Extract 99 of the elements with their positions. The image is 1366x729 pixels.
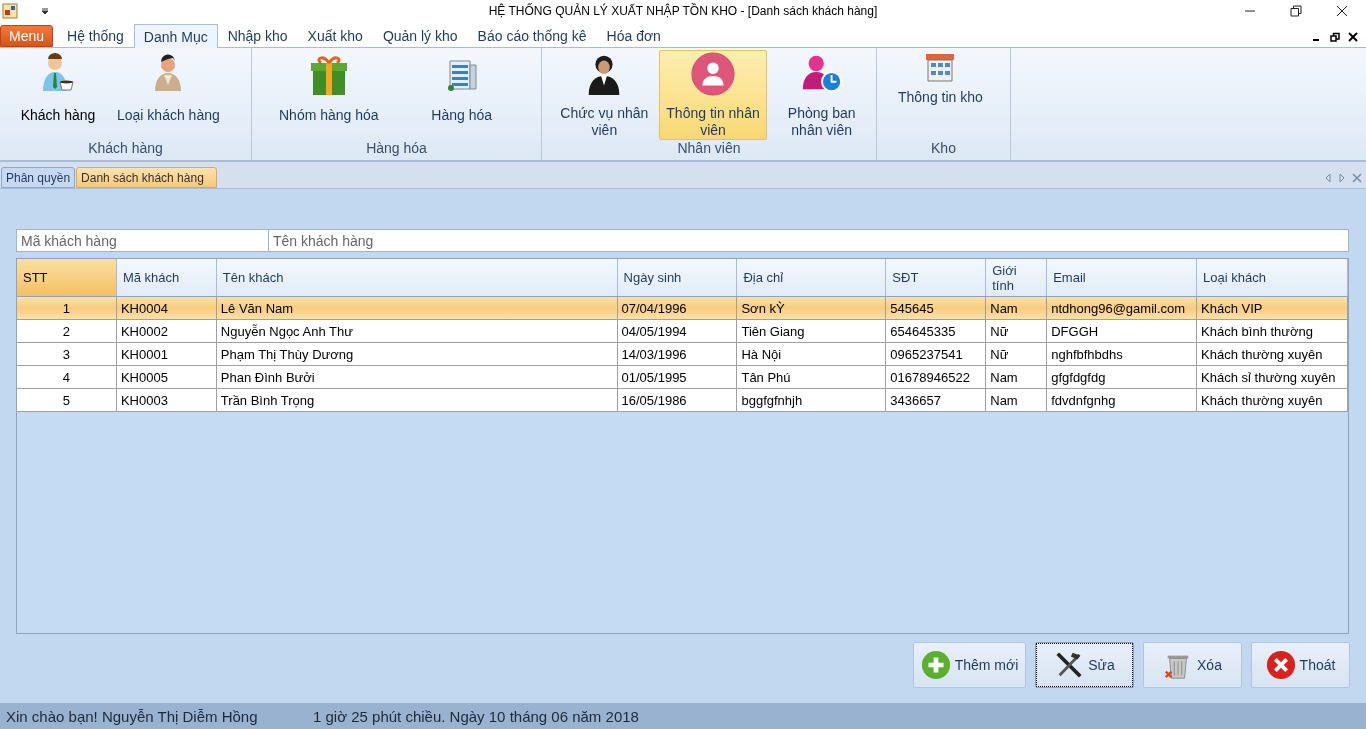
table-cell: KH0003 [120,392,168,408]
table-cell: 0965237541 [890,346,963,362]
table-cell: Phan Đình Bưởi [220,369,315,385]
column-header[interactable]: STT [17,259,117,296]
table-cell: Nam [990,300,1018,316]
table-cell: 5 [62,392,71,408]
table-cell: 01678946522 [890,369,970,385]
building-icon [924,51,957,83]
action-button[interactable]: Thoát [1251,642,1350,688]
group-label: Khách hàng [87,140,164,158]
action-button[interactable]: Thêm mới [913,642,1026,688]
window-title: HỆ THỐNG QUẢN LÝ XUẤT NHẬP TỒN KHO - [Danh sách khách hàng] [487,4,879,18]
table-cell: nghfbfhbdhs [1051,346,1123,362]
table-cell: Nguyễn Ngọc Anh Thư [220,323,353,339]
table-cell: Sơn kỲ [741,300,785,316]
table-cell: KH0002 [120,323,168,339]
action-button[interactable]: Sửa [1035,642,1134,688]
table-cell: Khách bình thường [1201,323,1313,339]
table-cell: ntdhong96@gamil.com [1051,300,1186,316]
ribbon-button[interactable]: Nhóm hàng hóa [274,50,384,140]
table-row[interactable]: 3 KH0001 Phạm Thị Thùy Dương 14/03/1996 Hà Nội 0965237541 Nữ nghfbfhbdhs Khách thường xuyên [17,343,1348,366]
table-row[interactable]: 2 KH0002 Nguyễn Ngọc Anh Thư 04/05/1994 Tiên Giang 654645335 Nữ DFGGH Khách bình thường [17,320,1348,343]
table-cell: 01/05/1995 [621,369,687,385]
table-cell: Nam [990,369,1018,385]
table-cell: Nam [990,392,1018,408]
table-cell: Tiên Giang [741,323,805,339]
table-cell: DFGGH [1051,323,1099,339]
ribbon-button[interactable]: Phòng ban nhân viên [767,50,876,140]
table-cell: KH0001 [120,346,168,362]
column-header[interactable]: Loại khách [1197,259,1348,296]
ribbon-tab[interactable]: Hệ thống [57,23,134,47]
ribbon-tab[interactable]: Nhập kho [217,23,298,47]
table-cell: 1 [62,300,71,316]
table-cell: Khách sỉ thường xuyên [1201,369,1336,385]
column-header[interactable]: SĐT [886,259,987,296]
restore-icon[interactable] [1330,32,1340,42]
group-label: Kho [930,140,957,158]
table-row[interactable]: 1 KH0004 Lê Văn Nam 07/04/1996 Sơn kỲ 545645 Nam ntdhong96@gamil.com Khách VIP [17,297,1348,320]
document-tab[interactable]: Danh sách khách hàng [76,167,217,188]
table-cell: Phạm Thị Thùy Dương [220,346,354,362]
table-cell: 16/05/1986 [621,392,687,408]
ribbon-tab[interactable]: Báo cáo thống kê [467,23,597,47]
close-circle-icon [1265,650,1296,680]
table-cell: 04/05/1994 [621,323,687,339]
quick-access-icon[interactable] [40,6,50,16]
table-cell: Khách thường xuyên [1201,346,1323,362]
ribbon-tab[interactable]: Quản lý kho [372,23,468,47]
ribbon-button[interactable]: Chức vụ nhân viên [550,50,659,140]
table-cell: Tân Phú [741,369,791,385]
filter-field[interactable]: Tên khách hàng [269,229,1349,252]
column-header[interactable]: Mã khách [116,259,217,296]
column-header[interactable]: Địa chỉ [737,259,887,296]
ribbon-button[interactable]: Hàng hóa [415,50,508,140]
table-row[interactable]: 5 KH0003 Trần Bình Trọng 16/05/1986 bggfgfnhjh 3436657 Nam fdvdnfgnhg Khách thường xuyên [17,389,1348,412]
table-cell: 07/04/1996 [621,300,687,316]
table-cell: 545645 [890,300,934,316]
table-cell: Khách thường xuyên [1201,392,1323,408]
ribbon-button[interactable]: Thông tin kho [893,50,988,140]
table-cell: 2 [62,323,71,339]
table-cell: 654645335 [890,323,956,339]
table-cell: KH0005 [120,369,168,385]
table-cell: fdvdnfgnhg [1051,392,1116,408]
table-cell: bggfgfnhjh [741,392,803,408]
time-text: 1 giờ 25 phút chiều. Ngày 10 tháng 06 năm 2018 [313,707,639,725]
column-header[interactable]: Giới tính [986,259,1048,296]
filter-field[interactable]: Mã khách hàng [16,229,269,252]
ribbon-button[interactable]: Khách hàng [12,50,104,140]
table-cell: KH0004 [120,300,168,316]
plus-icon [920,650,951,680]
table-cell: Trần Bình Trọng [220,392,315,408]
table-cell: Nữ [990,346,1009,362]
table-row[interactable]: 4 KH0005 Phan Đình Bưởi 01/05/1995 Tân Phú 01678946522 Nam gfgfdgfdg Khách sỉ thường xuyên [17,366,1348,389]
ribbon-tab[interactable]: Danh Mục [133,24,218,48]
restore-icon[interactable] [1290,5,1302,17]
table-cell: 3 [62,346,71,362]
app-icon [2,3,18,19]
ribbon-tab[interactable]: Hóa đơn [596,23,671,47]
column-header[interactable]: Ngày sinh [617,259,738,296]
column-header[interactable]: Email [1047,259,1198,296]
table-cell: gfgfdgfdg [1051,369,1106,385]
ribbon-tab[interactable]: Xuất kho [297,23,373,47]
close-icon[interactable] [1348,32,1358,42]
close-icon[interactable] [1336,5,1348,17]
table-cell: Khách VIP [1201,300,1263,316]
table-cell: 4 [62,369,71,385]
table-cell: Nữ [990,323,1009,339]
action-button[interactable]: Xóa [1143,642,1242,688]
table-cell: Hà Nội [741,346,782,362]
table-cell: 3436657 [890,392,941,408]
table-cell: Lê Văn Nam [220,300,294,316]
document-tab[interactable]: Phân quyền [1,167,76,188]
group-label: Hàng hóa [365,140,428,158]
column-header[interactable]: Tên khách [216,259,618,296]
ribbon-button[interactable]: Loại khách hàng [112,50,225,140]
greeting-text: Xin chào bạn! Nguyễn Thị Diễm Hồng [6,707,259,725]
user-badge-icon [689,51,737,97]
ribbon-button[interactable]: Thông tin nhân viên [658,50,768,140]
table-cell: 14/03/1996 [621,346,687,362]
group-label: Nhân viên [676,140,742,158]
